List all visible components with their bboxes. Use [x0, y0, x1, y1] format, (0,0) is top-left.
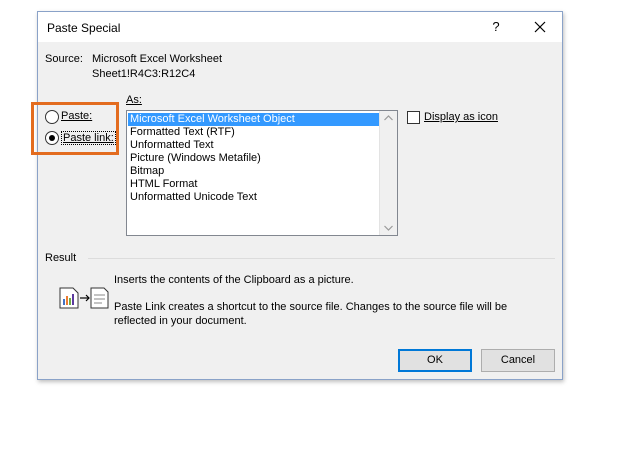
listbox-scrollbar[interactable] [379, 111, 397, 235]
result-description-line-2: Paste Link creates a shortcut to the sou… [114, 301, 508, 313]
display-as-icon-label[interactable]: Display as icon [424, 111, 498, 123]
result-label: Result [45, 252, 77, 264]
paste-special-dialog: Paste Special ? Source: Microsoft Excel … [37, 11, 563, 380]
annotation-highlight-box [31, 102, 119, 155]
list-item[interactable]: Unformatted Text [128, 139, 214, 152]
source-line-2: Sheet1!R4C3:R12C4 [92, 68, 196, 80]
list-item[interactable]: HTML Format [128, 178, 197, 191]
result-description-line-1: Inserts the contents of the Clipboard as… [114, 274, 354, 286]
cancel-button[interactable]: Cancel [481, 349, 555, 372]
as-label: As: [126, 94, 142, 106]
result-description-line-3: reflected in your document. [114, 315, 247, 327]
list-item[interactable]: Bitmap [128, 165, 164, 178]
as-listbox[interactable]: Microsoft Excel Worksheet Object Formatt… [126, 110, 398, 236]
ok-button[interactable]: OK [398, 349, 472, 372]
source-label: Source: [45, 53, 83, 65]
scroll-up-icon[interactable] [384, 115, 393, 121]
list-item[interactable]: Microsoft Excel Worksheet Object [128, 113, 379, 126]
result-group-divider [88, 258, 555, 259]
display-as-icon-checkbox[interactable] [407, 111, 420, 124]
help-button[interactable]: ? [487, 18, 505, 36]
close-icon[interactable] [530, 17, 550, 37]
display-as-icon-text: Display as icon [424, 111, 498, 123]
list-item[interactable]: Picture (Windows Metafile) [128, 152, 261, 165]
list-item[interactable]: Unformatted Unicode Text [128, 191, 257, 204]
scroll-down-icon[interactable] [384, 225, 393, 231]
dialog-title: Paste Special [47, 21, 121, 35]
title-bar: Paste Special ? [38, 12, 562, 42]
list-item[interactable]: Formatted Text (RTF) [128, 126, 235, 139]
source-line-1: Microsoft Excel Worksheet [92, 53, 223, 65]
as-label-text: As: [126, 94, 142, 106]
result-paste-link-icon [59, 287, 109, 309]
